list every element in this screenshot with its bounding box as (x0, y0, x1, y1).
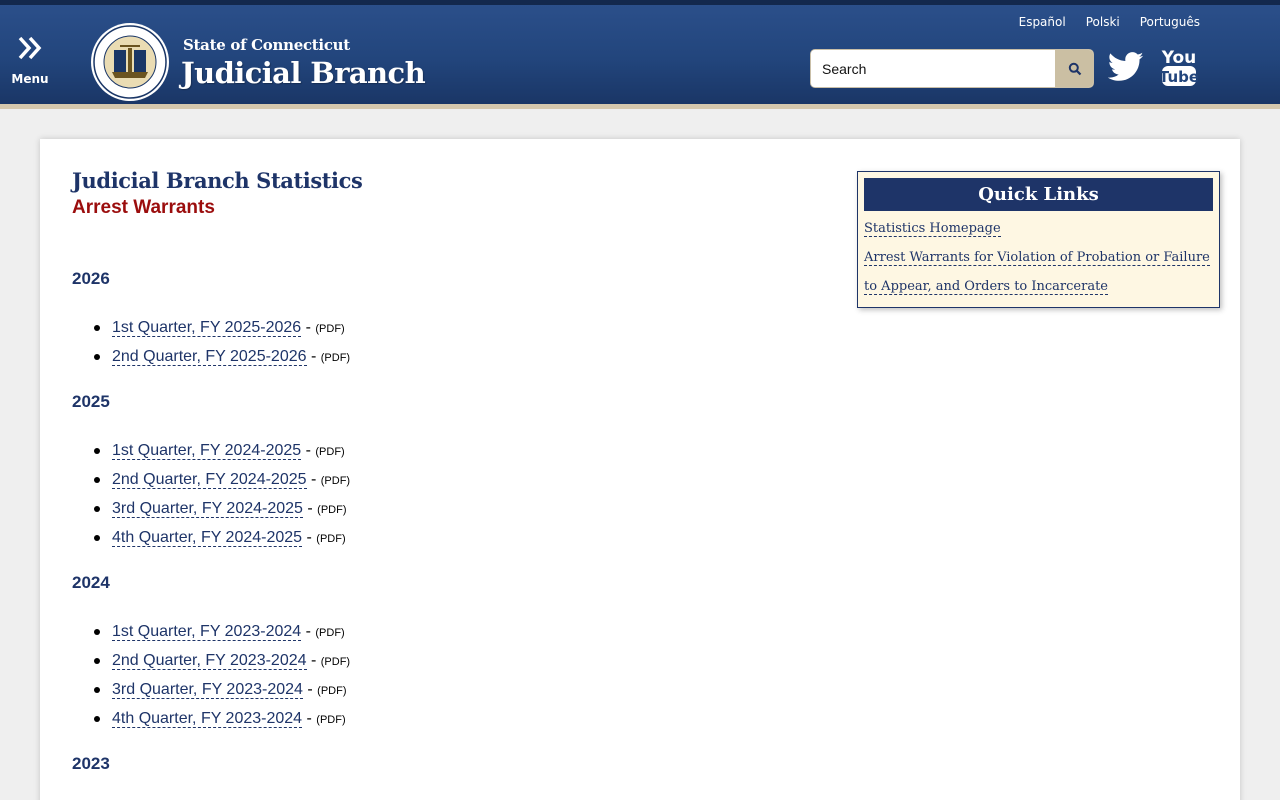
quarter-link[interactable]: 1st Quarter, FY 2024-2025 (112, 442, 302, 460)
svg-text:You: You (1161, 48, 1197, 68)
list-item: 1st Quarter, FY 2024-2025 - (PDF) (92, 441, 350, 470)
branch-title[interactable]: Judicial Branch (181, 56, 426, 90)
quarter-link[interactable]: 1st Quarter, FY 2025-2026 (112, 319, 302, 337)
search-icon (1068, 62, 1082, 75)
site-header: Menu State of Connecticut Judicial Branc… (0, 0, 1280, 104)
list-item: 2nd Quarter, FY 2023-2024 - (PDF) (92, 651, 350, 680)
quarter-list-2025: 1st Quarter, FY 2024-2025 - (PDF) 2nd Qu… (92, 441, 350, 557)
pdf-label: (PDF) (315, 323, 345, 335)
list-item: 3rd Quarter, FY 2023-2024 - (PDF) (92, 680, 350, 709)
quarter-list-2024: 1st Quarter, FY 2023-2024 - (PDF) 2nd Qu… (92, 622, 350, 738)
menu-button[interactable]: Menu (8, 35, 52, 91)
quarter-link[interactable]: 2nd Quarter, FY 2024-2025 (112, 471, 307, 489)
page-subtitle: Arrest Warrants (72, 197, 215, 218)
quick-links-title: Quick Links (864, 178, 1213, 211)
quarter-link[interactable]: 3rd Quarter, FY 2023-2024 (112, 681, 303, 699)
pdf-label: (PDF) (320, 352, 351, 364)
pdf-label: (PDF) (320, 475, 351, 487)
list-item: 4th Quarter, FY 2024-2025 - (PDF) (92, 528, 350, 557)
quarter-link[interactable]: 1st Quarter, FY 2023-2024 (112, 623, 302, 641)
twitter-icon[interactable] (1108, 51, 1144, 83)
list-item: 2nd Quarter, FY 2025-2026 - (PDF) (92, 347, 350, 376)
year-heading-2023: 2023 (72, 754, 110, 773)
quick-link-arrest-warrants-vop-cont[interactable]: to Appear, and Orders to Incarcerate (864, 279, 1108, 295)
quick-link-arrest-warrants-vop[interactable]: Arrest Warrants for Violation of Probati… (864, 250, 1210, 266)
search-box (810, 49, 1094, 88)
pdf-label: (PDF) (320, 656, 351, 668)
content-card: Judicial Branch Statistics Arrest Warran… (40, 139, 1240, 800)
menu-label: Menu (11, 72, 49, 86)
state-title: State of Connecticut (183, 36, 350, 54)
search-input[interactable] (811, 50, 1055, 87)
double-chevron-right-icon (18, 36, 42, 60)
quarter-link[interactable]: 2nd Quarter, FY 2023-2024 (112, 652, 307, 670)
judicial-branch-seal-logo[interactable] (90, 22, 170, 102)
pdf-label: (PDF) (315, 446, 345, 458)
quarter-link[interactable]: 4th Quarter, FY 2023-2024 (112, 710, 303, 728)
page-title: Judicial Branch Statistics (72, 168, 363, 193)
list-item: 1st Quarter, FY 2025-2026 - (PDF) (92, 318, 350, 347)
search-button[interactable] (1055, 50, 1093, 87)
quarter-link[interactable]: 3rd Quarter, FY 2024-2025 (112, 500, 303, 518)
quarter-list-2026: 1st Quarter, FY 2025-2026 - (PDF) 2nd Qu… (92, 318, 350, 376)
language-link-portugues[interactable]: Português (1140, 15, 1200, 29)
list-item: 3rd Quarter, FY 2024-2025 - (PDF) (92, 499, 350, 528)
pdf-label: (PDF) (315, 627, 345, 639)
pdf-label: (PDF) (317, 504, 347, 516)
header-accent-bar (0, 104, 1280, 109)
language-links: Español Polski Português (1019, 15, 1200, 29)
year-heading-2026: 2026 (72, 269, 110, 288)
quarter-link[interactable]: 2nd Quarter, FY 2025-2026 (112, 348, 307, 366)
youtube-icon[interactable]: You Tube (1160, 45, 1198, 89)
quick-link-statistics-homepage[interactable]: Statistics Homepage (864, 221, 1001, 237)
language-link-polski[interactable]: Polski (1086, 15, 1120, 29)
language-link-espanol[interactable]: Español (1019, 15, 1066, 29)
year-heading-2024: 2024 (72, 573, 110, 592)
pdf-label: (PDF) (316, 533, 346, 545)
pdf-label: (PDF) (317, 685, 347, 697)
svg-text:Tube: Tube (1160, 68, 1198, 86)
quarter-link[interactable]: 4th Quarter, FY 2024-2025 (112, 529, 303, 547)
quick-links-panel: Quick Links Statistics Homepage Arrest W… (857, 171, 1220, 308)
list-item: 1st Quarter, FY 2023-2024 - (PDF) (92, 622, 350, 651)
list-item: 2nd Quarter, FY 2024-2025 - (PDF) (92, 470, 350, 499)
year-heading-2025: 2025 (72, 392, 110, 411)
pdf-label: (PDF) (316, 714, 346, 726)
list-item: 4th Quarter, FY 2023-2024 - (PDF) (92, 709, 350, 738)
